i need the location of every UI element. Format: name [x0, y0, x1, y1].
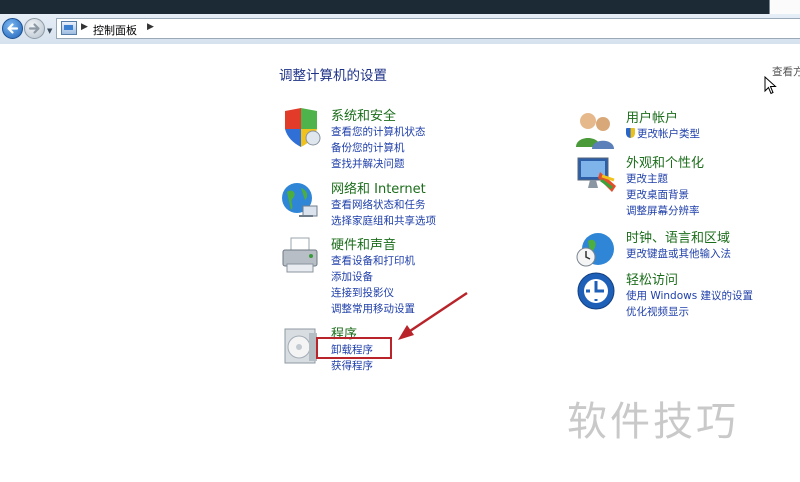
back-button[interactable]: [2, 18, 23, 39]
breadcrumb-chevron-icon[interactable]: ▶: [147, 22, 154, 32]
history-dropdown-icon[interactable]: ▼: [47, 27, 52, 35]
control-panel-content: 调整计算机的设置 查看方式 系统和安全 查看您的计算机状态 备份您的计算机 查找…: [0, 44, 800, 482]
forward-arrow-icon: [28, 23, 40, 34]
window-frame: [0, 0, 800, 14]
minimize-button[interactable]: [769, 0, 800, 14]
breadcrumb-control-panel[interactable]: 控制面板: [93, 22, 137, 38]
back-arrow-icon: [7, 23, 19, 34]
control-panel-icon: [61, 21, 77, 35]
address-bar[interactable]: ▶ 控制面板 ▶: [56, 18, 800, 39]
forward-button[interactable]: [24, 18, 45, 39]
mouse-cursor-icon: [764, 76, 777, 95]
navigation-bar: ▼ ▶ 控制面板 ▶: [0, 14, 800, 44]
watermark: 软件技巧: [567, 399, 739, 445]
breadcrumb-chevron-icon[interactable]: ▶: [81, 22, 88, 32]
